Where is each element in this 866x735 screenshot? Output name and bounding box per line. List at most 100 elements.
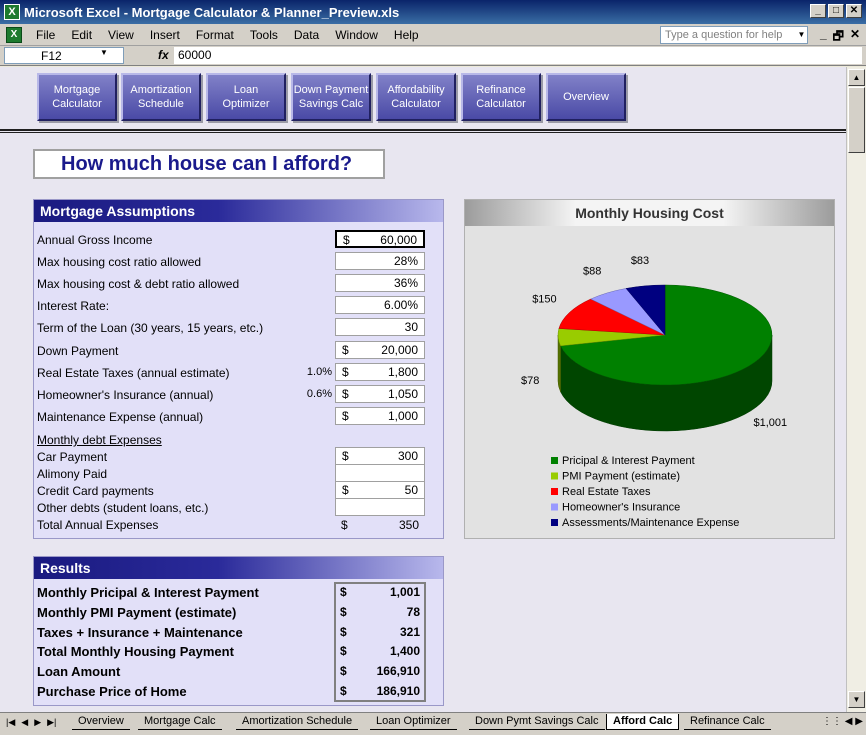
alimony-input[interactable] — [335, 464, 425, 482]
other-debts-label: Other debts (student loans, etc.) — [37, 501, 209, 515]
result-value: $321 — [340, 625, 420, 639]
menu-view[interactable]: View — [100, 28, 142, 42]
chevron-down-icon[interactable]: ▼ — [100, 48, 108, 57]
taxes-pct: 1.0% — [306, 366, 332, 378]
menu-help[interactable]: Help — [386, 28, 427, 42]
tab-splitter[interactable]: ⋮⋮ ◀ ▶ — [822, 716, 863, 727]
debt-ratio-input[interactable]: 36% — [335, 274, 425, 292]
prev-tab-icon[interactable]: ◀ — [21, 717, 28, 728]
tab-amortization-schedule[interactable]: Amortization Schedule — [236, 714, 359, 730]
title-bar: X Microsoft Excel - Mortgage Calculator … — [0, 0, 866, 24]
credit-card-input[interactable]: $50 — [335, 481, 425, 499]
housing-ratio-input[interactable]: 28% — [335, 252, 425, 270]
menu-file[interactable]: File — [28, 28, 63, 42]
result-label: Total Monthly Housing Payment — [37, 644, 234, 659]
formula-input[interactable]: 60000 — [174, 47, 862, 64]
menu-data[interactable]: Data — [286, 28, 327, 42]
first-tab-icon[interactable]: |◀ — [6, 717, 15, 728]
nav-mortgage-calculator-button[interactable]: Mortgage Calculator — [37, 73, 117, 121]
insurance-pct: 0.6% — [306, 388, 332, 400]
nav-overview-button[interactable]: Overview — [546, 73, 626, 121]
sheet-tab-bar: |◀ ◀ ▶ ▶| Overview Mortgage Calc Amortiz… — [0, 712, 866, 735]
legend-label: PMI Payment (estimate) — [562, 471, 680, 483]
scroll-down-button[interactable]: ▼ — [848, 691, 865, 708]
income-input[interactable]: $60,000 — [335, 230, 425, 248]
scroll-thumb[interactable] — [848, 87, 865, 153]
taxes-input[interactable]: $1,800 — [335, 363, 425, 381]
housing-cost-chart[interactable]: Monthly Housing Cost $1,001 $78 $150 $88 $83… — [464, 199, 835, 539]
menu-edit[interactable]: Edit — [63, 28, 100, 42]
maintenance-label: Maintenance Expense (annual) — [37, 410, 204, 424]
results-title: Results — [34, 557, 443, 579]
menu-tools[interactable]: Tools — [242, 28, 286, 42]
tab-loan-optimizer[interactable]: Loan Optimizer — [370, 714, 457, 730]
fx-icon[interactable]: fx — [158, 48, 169, 62]
car-payment-label: Car Payment — [37, 450, 108, 464]
nav-refinance-button[interactable]: Refinance Calculator — [461, 73, 541, 121]
window-controls: _ □ ✕ — [810, 4, 862, 18]
debt-ratio-label: Max housing cost & debt ratio allowed — [37, 277, 240, 291]
down-payment-input[interactable]: $20,000 — [335, 341, 425, 359]
minimize-button[interactable]: _ — [810, 4, 826, 18]
doc-close-button[interactable]: ✕ — [850, 27, 860, 48]
nav-affordability-button[interactable]: Affordability Calculator — [376, 73, 456, 121]
menu-insert[interactable]: Insert — [142, 28, 188, 42]
interest-rate-input[interactable]: 6.00% — [335, 296, 425, 314]
menu-format[interactable]: Format — [188, 28, 242, 42]
page-heading: How much house can I afford? — [33, 149, 385, 179]
result-value: $1,001 — [340, 585, 420, 599]
taxes-label: Real Estate Taxes (annual estimate) — [37, 366, 230, 380]
result-label: Loan Amount — [37, 664, 121, 679]
total-expenses-label: Total Annual Expenses — [37, 518, 159, 532]
insurance-input[interactable]: $1,050 — [335, 385, 425, 403]
pie-data-label: $78 — [521, 375, 539, 387]
insurance-label: Homeowner's Insurance (annual) — [37, 388, 214, 402]
close-button[interactable]: ✕ — [846, 4, 862, 18]
last-tab-icon[interactable]: ▶| — [47, 717, 56, 728]
doc-minimize-button[interactable]: _ — [820, 27, 827, 48]
debt-heading: Monthly debt Expenses — [37, 433, 162, 447]
nav-loan-optimizer-button[interactable]: Loan Optimizer — [206, 73, 286, 121]
tab-refinance-calc[interactable]: Refinance Calc — [684, 714, 771, 730]
legend-label: Real Estate Taxes — [562, 486, 651, 498]
maximize-button[interactable]: □ — [828, 4, 844, 18]
tab-afford-calc[interactable]: Afford Calc — [606, 714, 680, 730]
pie-chart: $1,001 $78 $150 $88 $83 Pricipal & Interest P… — [521, 255, 787, 529]
assumptions-title: Mortgage Assumptions — [34, 200, 443, 222]
alimony-label: Alimony Paid — [37, 467, 108, 481]
nav-down-payment-button[interactable]: Down Payment Savings Calc — [291, 73, 371, 121]
legend-swatch — [551, 457, 558, 464]
legend-swatch — [551, 503, 558, 511]
result-label: Monthly PMI Payment (estimate) — [37, 605, 237, 620]
loan-term-label: Term of the Loan (30 years, 15 years, et… — [37, 321, 264, 335]
down-payment-label: Down Payment — [37, 344, 119, 358]
result-value: $1,400 — [340, 644, 420, 658]
result-label: Purchase Price of Home — [37, 684, 187, 699]
tab-overview[interactable]: Overview — [72, 714, 130, 730]
pie-data-label: $150 — [532, 294, 556, 306]
results-panel: Results Monthly Pricipal & Interest Paym… — [33, 556, 444, 706]
document-controls: _ 🗗 ✕ — [820, 27, 860, 48]
credit-card-label: Credit Card payments — [37, 484, 154, 498]
tab-down-pymt-savings-calc[interactable]: Down Pymt Savings Calc — [469, 714, 605, 730]
nav-amortization-schedule-button[interactable]: Amortization Schedule — [121, 73, 201, 121]
chevron-down-icon[interactable]: ▼ — [796, 27, 807, 43]
other-debts-input[interactable] — [335, 498, 425, 516]
car-payment-input[interactable]: $300 — [335, 447, 425, 465]
result-value: $166,910 — [340, 664, 420, 678]
total-expenses-value: $350 — [341, 518, 419, 532]
result-label: Taxes + Insurance + Maintenance — [37, 625, 243, 640]
menu-window[interactable]: Window — [327, 28, 386, 42]
result-label: Monthly Pricipal & Interest Payment — [37, 585, 259, 600]
workbook-icon[interactable]: X — [6, 26, 22, 43]
tab-mortgage-calc[interactable]: Mortgage Calc — [138, 714, 222, 730]
vertical-scrollbar[interactable]: ▲ ▼ — [846, 67, 866, 712]
legend-swatch — [551, 488, 558, 495]
next-tab-icon[interactable]: ▶ — [34, 717, 41, 728]
maintenance-input[interactable]: $1,000 — [335, 407, 425, 425]
scroll-up-button[interactable]: ▲ — [848, 69, 865, 86]
help-search-input[interactable]: Type a question for help — [660, 26, 808, 44]
loan-term-input[interactable]: 30 — [335, 318, 425, 336]
result-value: $78 — [340, 605, 420, 619]
doc-restore-button[interactable]: 🗗 — [833, 27, 844, 48]
